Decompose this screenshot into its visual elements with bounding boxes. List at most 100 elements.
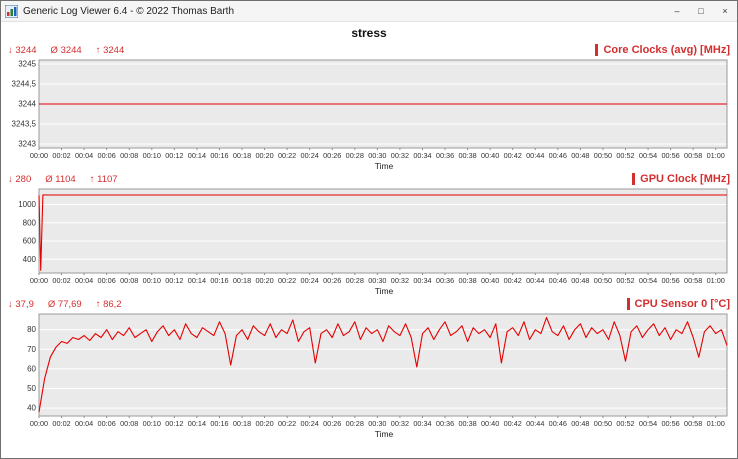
svg-text:00:38: 00:38 [458, 419, 476, 428]
svg-text:00:20: 00:20 [255, 151, 273, 160]
x-axis-label: Time [6, 286, 732, 296]
chart-panel-cpu-sensor: ↓ 37,9 Ø 77,69 ↑ 86,2 CPU Sensor 0 [°C] … [1, 296, 737, 439]
avg-icon: Ø [48, 299, 55, 310]
svg-text:00:22: 00:22 [278, 419, 296, 428]
avg-icon: Ø [51, 45, 58, 56]
svg-text:00:04: 00:04 [75, 419, 93, 428]
close-button[interactable]: × [713, 1, 737, 21]
stat-max: ↑ 3244 [96, 45, 125, 56]
svg-text:00:00: 00:00 [30, 151, 48, 160]
plot-area[interactable]: 40 50 60 70 80 00:00 00:02 00:04 00:06 00:08 00:10… [6, 311, 732, 429]
chart-header: ↓ 37,9 Ø 77,69 ↑ 86,2 CPU Sensor 0 [°C] [6, 297, 732, 311]
svg-text:00:12: 00:12 [165, 151, 183, 160]
svg-text:00:54: 00:54 [639, 276, 657, 285]
core-clocks-chart[interactable]: 32433243,532443244,5324500:0000:0200:040… [6, 57, 732, 161]
maximize-button[interactable]: □ [689, 1, 713, 21]
svg-text:00:04: 00:04 [75, 151, 93, 160]
svg-text:01:00: 01:00 [707, 419, 725, 428]
svg-text:00:24: 00:24 [301, 419, 319, 428]
chart-stats: ↓ 37,9 Ø 77,69 ↑ 86,2 [8, 299, 122, 310]
svg-text:00:30: 00:30 [368, 276, 386, 285]
svg-text:50: 50 [27, 384, 36, 393]
titlebar: Generic Log Viewer 6.4 - © 2022 Thomas B… [1, 1, 737, 22]
svg-text:00:14: 00:14 [188, 276, 206, 285]
plot-area[interactable]: 400600800100000:0000:0200:0400:0600:0800… [6, 186, 732, 286]
svg-text:00:36: 00:36 [436, 151, 454, 160]
svg-text:00:08: 00:08 [120, 276, 138, 285]
svg-text:00:14: 00:14 [188, 419, 206, 428]
stat-max: ↑ 86,2 [96, 299, 122, 310]
svg-text:3245: 3245 [18, 60, 36, 69]
svg-text:00:54: 00:54 [639, 151, 657, 160]
svg-text:00:50: 00:50 [594, 276, 612, 285]
svg-text:80: 80 [27, 325, 36, 334]
svg-text:00:54: 00:54 [639, 419, 657, 428]
chart-title: CPU Sensor 0 [°C] [627, 298, 730, 310]
svg-text:00:08: 00:08 [120, 419, 138, 428]
svg-text:00:14: 00:14 [188, 151, 206, 160]
x-axis-label: Time [6, 429, 732, 439]
svg-text:00:34: 00:34 [413, 276, 431, 285]
svg-text:00:48: 00:48 [571, 151, 589, 160]
svg-text:00:56: 00:56 [661, 419, 679, 428]
svg-text:00:26: 00:26 [323, 151, 341, 160]
svg-text:3244: 3244 [18, 100, 36, 109]
svg-text:00:08: 00:08 [120, 151, 138, 160]
gpu-clock-chart[interactable]: 400600800100000:0000:0200:0400:0600:0800… [6, 186, 732, 286]
cpu-sensor-chart[interactable]: 40 50 60 70 80 00:00 00:02 00:04 00:06 00:08 00:10… [6, 311, 732, 429]
svg-text:00:58: 00:58 [684, 151, 702, 160]
svg-text:40: 40 [27, 404, 36, 413]
svg-text:00:48: 00:48 [571, 419, 589, 428]
svg-text:00:26: 00:26 [323, 419, 341, 428]
min-arrow-icon: ↓ [8, 174, 13, 185]
svg-text:00:32: 00:32 [391, 151, 409, 160]
max-arrow-icon: ↑ [96, 299, 101, 310]
svg-text:00:52: 00:52 [616, 419, 634, 428]
svg-text:3243,5: 3243,5 [12, 120, 37, 129]
chart-header: ↓ 3244 Ø 3244 ↑ 3244 Core Clocks (avg) [… [6, 43, 732, 57]
svg-text:400: 400 [23, 255, 37, 264]
svg-text:60: 60 [27, 364, 36, 373]
svg-text:00:38: 00:38 [458, 151, 476, 160]
svg-text:00:40: 00:40 [481, 276, 499, 285]
svg-text:00:24: 00:24 [301, 276, 319, 285]
svg-text:00:24: 00:24 [301, 151, 319, 160]
chart-stats: ↓ 280 Ø 1104 ↑ 1107 [8, 174, 118, 185]
svg-text:00:46: 00:46 [549, 151, 567, 160]
chart-title: GPU Clock [MHz] [632, 173, 730, 185]
svg-text:00:32: 00:32 [391, 419, 409, 428]
svg-text:00:44: 00:44 [526, 419, 544, 428]
svg-text:00:06: 00:06 [98, 419, 116, 428]
svg-text:00:10: 00:10 [143, 419, 161, 428]
svg-text:00:50: 00:50 [594, 151, 612, 160]
svg-text:00:32: 00:32 [391, 276, 409, 285]
svg-text:00:30: 00:30 [368, 419, 386, 428]
svg-text:00:40: 00:40 [481, 151, 499, 160]
svg-text:00:30: 00:30 [368, 151, 386, 160]
app-window: Generic Log Viewer 6.4 - © 2022 Thomas B… [0, 0, 738, 459]
window-title: Generic Log Viewer 6.4 - © 2022 Thomas B… [23, 6, 665, 17]
svg-text:00:12: 00:12 [165, 419, 183, 428]
minimize-button[interactable]: – [665, 1, 689, 21]
svg-text:00:42: 00:42 [504, 419, 522, 428]
stat-min: ↓ 280 [8, 174, 31, 185]
svg-text:00:40: 00:40 [481, 419, 499, 428]
svg-text:00:20: 00:20 [255, 419, 273, 428]
svg-text:00:46: 00:46 [549, 419, 567, 428]
svg-text:800: 800 [23, 218, 37, 227]
plot-area[interactable]: 32433243,532443244,5324500:0000:0200:040… [6, 57, 732, 161]
svg-text:00:18: 00:18 [233, 276, 251, 285]
svg-text:00:00: 00:00 [30, 419, 48, 428]
svg-text:00:44: 00:44 [526, 151, 544, 160]
stat-min: ↓ 37,9 [8, 299, 34, 310]
svg-text:00:36: 00:36 [436, 276, 454, 285]
svg-text:00:16: 00:16 [210, 276, 228, 285]
svg-text:00:28: 00:28 [346, 419, 364, 428]
chart-stats: ↓ 3244 Ø 3244 ↑ 3244 [8, 45, 124, 56]
chart-header: ↓ 280 Ø 1104 ↑ 1107 GPU Clock [MHz] [6, 172, 732, 186]
svg-text:00:04: 00:04 [75, 276, 93, 285]
svg-text:00:42: 00:42 [504, 276, 522, 285]
svg-text:00:02: 00:02 [52, 419, 70, 428]
max-arrow-icon: ↑ [90, 174, 95, 185]
svg-text:70: 70 [27, 345, 36, 354]
